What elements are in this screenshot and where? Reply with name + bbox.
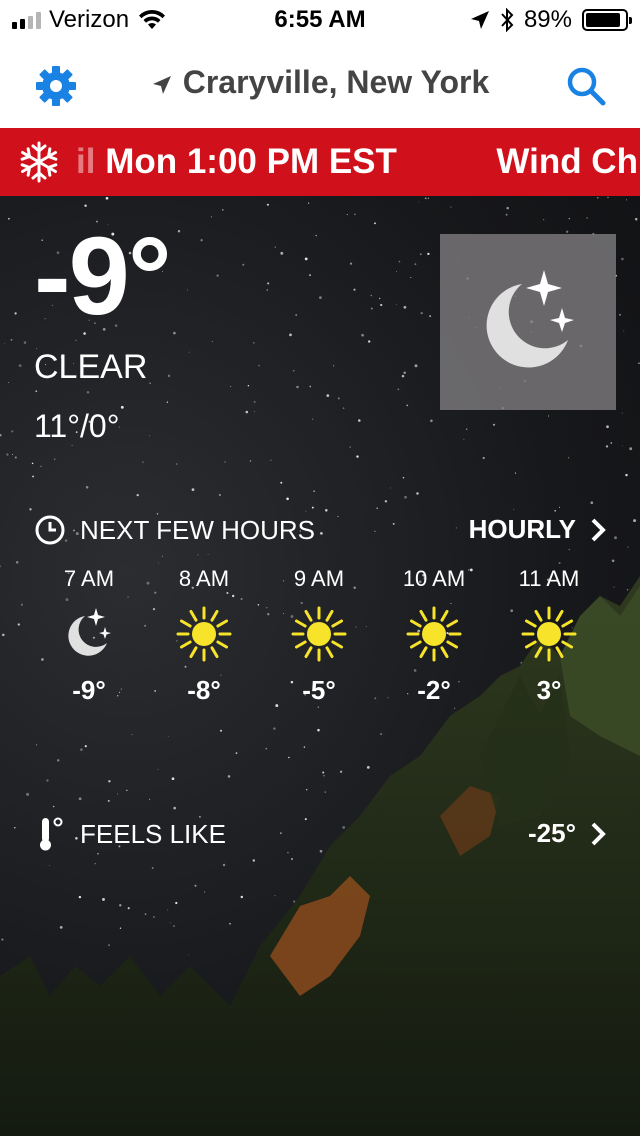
next-hours-header: NEXT FEW HOURS HOURLY [34,510,606,550]
chevron-right-icon [591,822,606,845]
location-selector[interactable]: Craryville, New York [0,64,640,101]
hourly-link[interactable]: HOURLY [469,514,606,545]
ticker-text: Mon 1:00 PM EST [105,142,397,181]
battery-percent: 89% [523,6,572,33]
status-bar: Verizon 6:55 AM 89% [0,0,640,40]
search-icon[interactable] [564,64,608,108]
current-condition: CLEAR [34,348,148,386]
hour-forecast-item[interactable]: 10 AM -2° [379,566,489,706]
hour-time: 10 AM [402,566,466,591]
snowflake-icon [18,141,60,183]
main-content: -9° CLEAR 11°/0° NEXT FEW HOURS HOURLY 7… [0,196,640,1136]
hour-time: 7 AM [63,566,115,591]
hour-temperature: -2° [417,675,451,705]
hourly-forecast-row: 7 AM -9° 8 AM -8° 9 AM -5° 10 AM -2° 11 … [34,566,604,706]
sun-icon [406,606,462,662]
hour-forecast-item[interactable]: 9 AM -5° [264,566,374,706]
sun-icon [176,606,232,662]
chevron-right-icon [591,518,606,541]
nav-bar: Craryville, New York [0,40,640,128]
hour-time: 11 AM [518,566,580,591]
feels-like-label: FEELS LIKE [80,818,226,849]
current-condition-icon-box [440,234,616,410]
bluetooth-icon [501,8,514,32]
hour-temperature: -8° [187,675,221,705]
high-low-temperature: 11°/0° [34,408,120,444]
hour-temperature: -9° [72,675,106,705]
battery-icon [582,9,632,31]
hour-temperature: -5° [302,675,336,705]
hourly-link-label: HOURLY [468,514,576,544]
hour-forecast-item[interactable]: 8 AM -8° [149,566,259,706]
hour-forecast-item[interactable]: 7 AM -9° [34,566,144,706]
moon-stars-icon [486,270,574,368]
sun-icon [521,606,577,662]
feels-like-row[interactable]: FEELS LIKE -25° [34,814,606,854]
feels-like-value: -25° [528,818,576,848]
thermometer-icon [40,817,63,851]
location-name: Craryville, New York [182,64,490,100]
hour-forecast-item[interactable]: 11 AM 3° [494,566,604,706]
next-hours-title: NEXT FEW HOURS [80,514,315,545]
sun-icon [291,606,347,662]
moon-stars-icon [68,608,111,656]
weather-alert-ticker[interactable]: il Mon 1:00 PM EST Wind Chi [0,128,640,196]
location-arrow-icon [152,75,171,94]
ticker-faded-text: il [76,142,96,181]
hour-time: 9 AM [293,566,345,591]
location-services-icon [470,11,489,29]
ticker-next-text: Wind Chi [496,142,640,181]
clock-icon [35,515,65,545]
hour-temperature: 3° [536,675,562,705]
hour-time: 8 AM [178,566,230,591]
current-temperature: -9° [34,215,172,338]
